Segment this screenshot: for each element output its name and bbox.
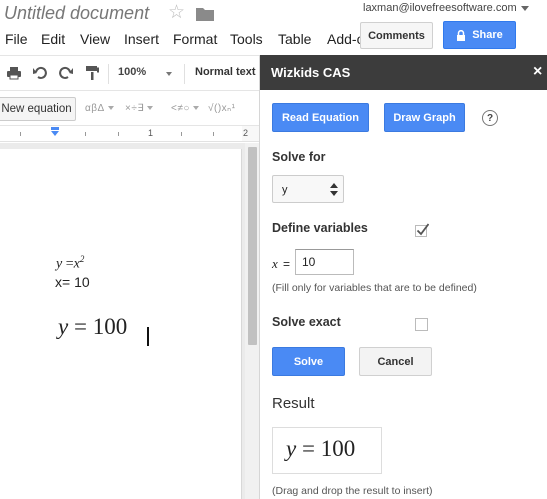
ruler: 1 2 (0, 126, 259, 142)
solve-exact-checkbox[interactable] (415, 318, 428, 331)
close-icon[interactable]: × (533, 63, 542, 81)
math-operators-label: √()xₙ¹ (208, 103, 236, 114)
menu-addons[interactable]: Add-o (327, 31, 364, 47)
menu-edit[interactable]: Edit (41, 31, 65, 47)
solve-exact-label: Solve exact (272, 315, 341, 329)
solve-button[interactable]: Solve (272, 347, 345, 376)
solve-for-value: y (282, 184, 288, 196)
scrollbar-thumb[interactable] (248, 147, 257, 345)
account-caret-icon[interactable] (521, 6, 529, 11)
equation-toolbar: New equation αβΔ ×÷∃ <≠○ √()xₙ¹ (0, 92, 259, 126)
chevron-down-icon (147, 106, 154, 111)
solve-for-select[interactable]: y (272, 175, 344, 203)
misc-operations-label: ×÷∃ (125, 103, 145, 114)
toolbar-divider (108, 64, 109, 84)
result-label: Result (272, 395, 315, 412)
define-variables-label: Define variables (272, 221, 368, 235)
new-equation-button[interactable]: New equation (0, 97, 76, 121)
define-variables-hint: (Fill only for variables that are to be … (272, 282, 477, 294)
greek-letters-label: αβΔ (85, 103, 105, 114)
wizkids-cas-panel: Wizkids CAS × Read Equation Draw Graph ?… (259, 55, 547, 499)
math-rest: = 100 (296, 436, 356, 461)
result-box[interactable]: y = 100 (272, 427, 382, 474)
text-cursor (147, 327, 149, 346)
variable-x-input[interactable] (295, 249, 354, 275)
math-variable: y (286, 436, 297, 461)
variable-name: x (272, 256, 278, 271)
math-rest: = 100 (68, 314, 128, 339)
menu-tools[interactable]: Tools (230, 31, 263, 47)
document-canvas: y =x2 x= 10 y = 100 (0, 143, 259, 499)
undo-icon[interactable] (32, 65, 48, 81)
folder-icon[interactable] (196, 7, 214, 21)
menu-view[interactable]: View (80, 31, 110, 47)
misc-operations-menu[interactable]: ×÷∃ (125, 103, 154, 114)
toolbar-divider (184, 64, 185, 84)
ruler-area (0, 126, 242, 141)
draw-graph-button[interactable]: Draw Graph (384, 103, 465, 132)
menu-insert[interactable]: Insert (124, 31, 159, 47)
zoom-select[interactable]: 100% (118, 66, 146, 78)
read-equation-button[interactable]: Read Equation (272, 103, 369, 132)
share-button[interactable]: Share (443, 21, 516, 49)
redo-icon[interactable] (58, 65, 74, 81)
share-label: Share (472, 29, 503, 41)
result-hint: (Drag and drop the result to insert) (272, 485, 433, 497)
chevron-down-icon (192, 106, 199, 111)
menu-table[interactable]: Table (278, 31, 311, 47)
math-variable: y (58, 314, 69, 339)
ruler-tick (20, 132, 21, 136)
menu-file[interactable]: File (5, 31, 28, 47)
menu-format[interactable]: Format (173, 31, 217, 47)
greek-letters-menu[interactable]: αβΔ (85, 103, 114, 114)
equation-exponent: 2 (79, 254, 85, 264)
solve-for-label: Solve for (272, 150, 326, 164)
equation-operator: = (65, 256, 74, 272)
star-icon[interactable]: ☆ (168, 3, 185, 23)
indent-marker-icon[interactable] (50, 127, 60, 137)
paint-format-icon[interactable] (84, 65, 100, 81)
select-arrows-icon (330, 183, 338, 196)
help-icon[interactable]: ? (482, 110, 498, 126)
result-equation[interactable]: y = 100 (286, 436, 355, 462)
cancel-button[interactable]: Cancel (359, 347, 432, 376)
document-result-equation[interactable]: y = 100 (58, 314, 127, 340)
menu-bar: File Edit View Insert Format Tools Table… (0, 28, 364, 50)
document-title[interactable]: Untitled document (4, 3, 149, 24)
formatting-toolbar: 100% Normal text (0, 55, 259, 91)
ruler-tick (213, 132, 214, 136)
account-email[interactable]: laxman@ilovefreesoftware.com (363, 2, 517, 14)
print-icon[interactable] (6, 65, 22, 81)
math-operators-menu[interactable]: √()xₙ¹ (208, 103, 235, 114)
document-equation[interactable]: y =x2 (56, 254, 84, 273)
document-text-line[interactable]: x= 10 (55, 274, 90, 290)
document-page[interactable]: y =x2 x= 10 y = 100 (0, 149, 242, 499)
paragraph-style-select[interactable]: Normal text (195, 66, 256, 78)
define-variables-checkbox[interactable] (415, 223, 429, 237)
chevron-down-icon[interactable] (166, 72, 172, 76)
ruler-number: 2 (243, 128, 249, 138)
ruler-tick (85, 132, 86, 136)
variable-equals-sign: = (283, 257, 291, 271)
ruler-tick (118, 132, 119, 136)
lock-icon (457, 29, 466, 41)
chevron-down-icon (107, 106, 114, 111)
relations-menu[interactable]: <≠○ (171, 103, 199, 114)
ruler-tick (181, 132, 182, 136)
equation-lhs: y (56, 256, 63, 272)
panel-title: Wizkids CAS (271, 65, 351, 80)
comments-button[interactable]: Comments (360, 22, 433, 49)
panel-header: Wizkids CAS × (260, 55, 547, 90)
relations-label: <≠○ (171, 103, 190, 114)
ruler-number: 1 (148, 128, 154, 138)
